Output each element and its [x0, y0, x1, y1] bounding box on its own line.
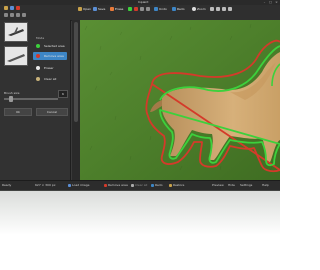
eraser-mode-icon — [36, 66, 40, 70]
folder-icon[interactable] — [4, 6, 8, 10]
green-marker-icon — [36, 44, 40, 48]
open-icon — [78, 7, 82, 11]
zoom-button[interactable]: Zoom — [197, 6, 206, 12]
original-thumbnail[interactable] — [4, 22, 28, 42]
mode-label: Remove area — [44, 54, 64, 58]
clear-all-button[interactable]: Clear all — [135, 183, 147, 188]
magic-wand-icon[interactable] — [146, 7, 150, 11]
restore-button[interactable]: Restore — [173, 183, 184, 188]
toolbar: Open Save Erase Undo Redo Zoom — [0, 5, 280, 21]
help-button[interactable]: Help — [262, 183, 269, 188]
redo-status-icon — [151, 184, 154, 187]
mode-label: Eraser — [44, 66, 54, 70]
mode-selected-area[interactable]: Selected area — [33, 42, 67, 50]
clear-icon — [131, 184, 134, 187]
eraser-icon[interactable] — [140, 7, 144, 11]
app-title: Inpaint — [138, 0, 149, 4]
erase-icon — [110, 7, 114, 11]
mode-eraser[interactable]: Eraser — [33, 64, 67, 72]
preview-button[interactable]: Preview — [212, 183, 224, 188]
fit-window-icon[interactable] — [222, 7, 226, 11]
zoom-in-icon[interactable] — [10, 13, 14, 17]
image-size-readout: 627 × 300 px — [35, 183, 56, 187]
load-image-button[interactable]: Load image — [72, 183, 90, 188]
zoom-out-small-icon[interactable] — [216, 7, 220, 11]
zoom-out-icon[interactable] — [16, 13, 20, 17]
mode-label: Selected area — [44, 44, 65, 48]
scrollbar-thumb[interactable] — [74, 22, 78, 122]
sidebar: Mode Selected area Remove area Eraser Cl… — [0, 20, 71, 180]
restore-icon — [169, 184, 172, 187]
hand-icon[interactable] — [4, 13, 8, 17]
maximize-button[interactable]: □ — [268, 0, 273, 4]
red-marker-icon — [36, 54, 40, 58]
window-reflection — [0, 190, 280, 240]
stop-icon[interactable] — [16, 6, 20, 10]
actual-size-icon[interactable] — [228, 7, 232, 11]
status-text: Ready — [2, 183, 12, 187]
app-window: Inpaint – □ × Open Save Erase Undo Redo … — [0, 0, 280, 191]
zoom-icon — [192, 7, 196, 11]
save-button[interactable]: Save — [98, 6, 105, 12]
redo-button[interactable]: Redo — [177, 6, 185, 12]
lasso-icon[interactable] — [134, 7, 138, 11]
plane-thumbnail-icon — [5, 23, 27, 41]
redo-icon — [172, 7, 176, 11]
settings-button[interactable]: Settings — [240, 183, 252, 188]
cancel-button[interactable]: Cancel — [36, 108, 68, 116]
save-icon[interactable] — [10, 6, 14, 10]
undo-button[interactable]: Undo — [159, 6, 167, 12]
brush-size-value[interactable]: 6 — [58, 90, 68, 98]
hide-button[interactable]: Hide — [228, 183, 235, 188]
mode-heading: Mode — [36, 36, 45, 40]
load-icon — [68, 184, 71, 187]
remove-area-button[interactable]: Remove area — [108, 183, 128, 188]
close-button[interactable]: × — [274, 0, 279, 4]
remove-icon — [104, 184, 107, 187]
zoom-in-small-icon[interactable] — [210, 7, 214, 11]
erase-button[interactable]: Erase — [115, 6, 123, 12]
plane-result-thumbnail-icon — [5, 47, 27, 65]
brush-icon — [36, 77, 40, 81]
image-canvas[interactable] — [80, 20, 280, 180]
mode-label: Clear all — [44, 77, 57, 81]
result-thumbnail[interactable] — [4, 46, 28, 66]
brush-size-handle[interactable] — [9, 96, 13, 102]
mode-remove-area[interactable]: Remove area — [33, 52, 67, 60]
minimize-button[interactable]: – — [262, 0, 267, 4]
ok-button[interactable]: Ok — [4, 108, 32, 116]
fit-icon[interactable] — [22, 13, 26, 17]
save-file-icon — [93, 7, 97, 11]
mode-clear-all[interactable]: Clear all — [33, 75, 67, 83]
marker-icon[interactable] — [128, 7, 132, 11]
undo-icon — [154, 7, 158, 11]
redo-status-button[interactable]: Redo — [155, 183, 163, 188]
dog-photo — [80, 20, 280, 180]
brush-size-label: Brush size — [4, 91, 20, 95]
sidebar-scrollbar[interactable] — [72, 20, 80, 180]
open-button[interactable]: Open — [83, 6, 91, 12]
